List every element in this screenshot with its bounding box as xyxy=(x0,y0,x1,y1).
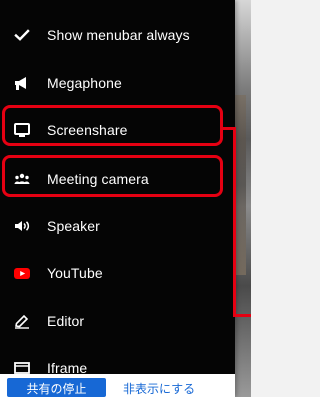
menu-item-speaker[interactable]: Speaker xyxy=(0,202,235,250)
menu-item-label: Meeting camera xyxy=(47,171,149,187)
menu-item-show-menubar-always[interactable]: Show menubar always xyxy=(0,11,235,59)
menu-item-label: Megaphone xyxy=(47,75,122,91)
page: { "menu": { "items": [ { "label": "Show … xyxy=(0,0,251,397)
footer-bar: 共有の停止 非表示にする xyxy=(0,374,235,397)
stop-sharing-button[interactable]: 共有の停止 xyxy=(7,378,106,397)
monitor-icon xyxy=(12,120,32,140)
menu-item-label: Show menubar always xyxy=(47,27,190,43)
menu-item-youtube[interactable]: YouTube xyxy=(0,249,235,297)
menu-item-megaphone[interactable]: Megaphone xyxy=(0,59,235,107)
megaphone-icon xyxy=(12,73,32,93)
edit-icon xyxy=(12,311,32,331)
speaker-icon xyxy=(12,216,32,236)
menu-item-label: YouTube xyxy=(47,265,103,281)
popup-menu: Show menubar always Megaphone Screenshar… xyxy=(0,0,235,397)
annotation-connector-vertical xyxy=(233,127,236,317)
menu-item-meeting-camera[interactable]: Meeting camera xyxy=(0,155,235,203)
check-icon xyxy=(12,25,32,45)
menu-item-editor[interactable]: Editor xyxy=(0,297,235,345)
menu-item-label: Speaker xyxy=(47,218,100,234)
people-icon xyxy=(12,169,32,189)
menu-item-screenshare[interactable]: Screenshare xyxy=(0,106,235,154)
annotation-connector-bottom xyxy=(234,314,251,317)
menu-item-label: Editor xyxy=(47,313,85,329)
hide-button[interactable]: 非表示にする xyxy=(123,378,223,397)
menu-item-label: Screenshare xyxy=(47,122,128,138)
youtube-icon xyxy=(12,263,32,283)
